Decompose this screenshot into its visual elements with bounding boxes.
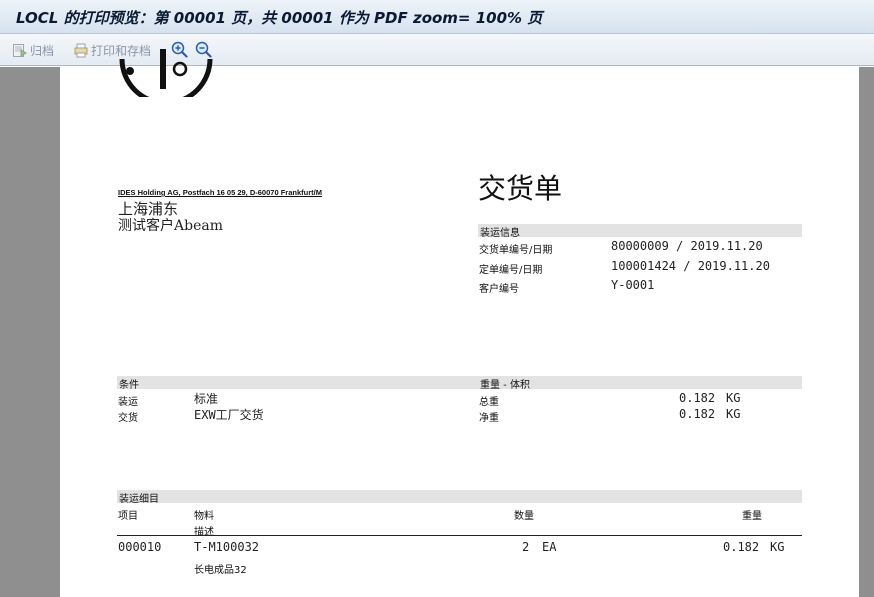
- row-material: T-M100032: [194, 540, 260, 554]
- items-header: 装运细目: [117, 490, 802, 505]
- shipping-info-header-label: 装运信息: [480, 228, 520, 239]
- row-description: 长电成品32: [194, 565, 247, 576]
- recipient-line-2: 测试客户Abeam: [118, 218, 223, 234]
- row-quantity-unit: EA: [542, 540, 557, 554]
- delivery-condition-label: 交货: [118, 413, 138, 424]
- delivery-number-value: 80000009 / 2019.11.20: [611, 239, 763, 253]
- archive-button[interactable]: 归档: [12, 40, 54, 60]
- column-item: 项目: [118, 511, 138, 522]
- weight-volume-header-label: 重量 - 体积: [480, 380, 530, 391]
- preview-area[interactable]: IDES Holding AG, Postfach 16 05 29, D-60…: [0, 49, 874, 597]
- shipping-condition-value: 标准: [194, 392, 219, 406]
- gross-weight-unit: KG: [726, 391, 741, 405]
- order-number-label: 定单编号/日期: [479, 265, 543, 276]
- sender-address: IDES Holding AG, Postfach 16 05 29, D-60…: [118, 188, 322, 197]
- row-item-number: 000010: [118, 540, 162, 554]
- table-header-divider: [117, 535, 802, 536]
- archive-label: 归档: [30, 43, 55, 58]
- company-logo: [119, 49, 213, 97]
- column-weight: 重量: [742, 511, 762, 522]
- window-titlebar: LOCL 的打印预览：第 00001 页，共 00001 作为 PDF zoom…: [0, 0, 874, 34]
- column-material: 物料: [194, 511, 214, 522]
- items-header-label: 装运细目: [119, 494, 159, 505]
- column-quantity: 数量: [514, 511, 534, 522]
- conditions-header-label: 条件: [119, 380, 139, 391]
- gross-weight-value: 0.182: [679, 391, 716, 405]
- row-weight: 0.182: [723, 540, 760, 554]
- delivery-condition-value: EXW工厂交货: [194, 408, 264, 422]
- row-weight-unit: KG: [770, 540, 785, 554]
- window-title: LOCL 的打印预览：第 00001 页，共 00001 作为 PDF zoom…: [16, 9, 543, 27]
- net-weight-value: 0.182: [679, 407, 716, 421]
- document-title: 交货单: [478, 172, 563, 205]
- conditions-header: 条件: [117, 376, 481, 391]
- document-page: IDES Holding AG, Postfach 16 05 29, D-60…: [60, 49, 859, 597]
- customer-number-value: Y-0001: [611, 278, 655, 292]
- shipping-condition-label: 装运: [118, 397, 138, 408]
- net-weight-unit: KG: [726, 407, 741, 421]
- net-weight-label: 净重: [479, 413, 499, 424]
- print-archive-icon: [73, 42, 89, 58]
- shipping-info-header: 装运信息: [478, 224, 802, 239]
- gross-weight-label: 总重: [479, 397, 499, 408]
- weight-volume-header: 重量 - 体积: [478, 376, 802, 391]
- customer-number-label: 客户编号: [479, 284, 519, 295]
- archive-icon: [12, 42, 28, 58]
- order-number-value: 100001424 / 2019.11.20: [611, 259, 770, 273]
- row-quantity: 2: [522, 540, 530, 554]
- delivery-number-label: 交货单编号/日期: [479, 245, 553, 256]
